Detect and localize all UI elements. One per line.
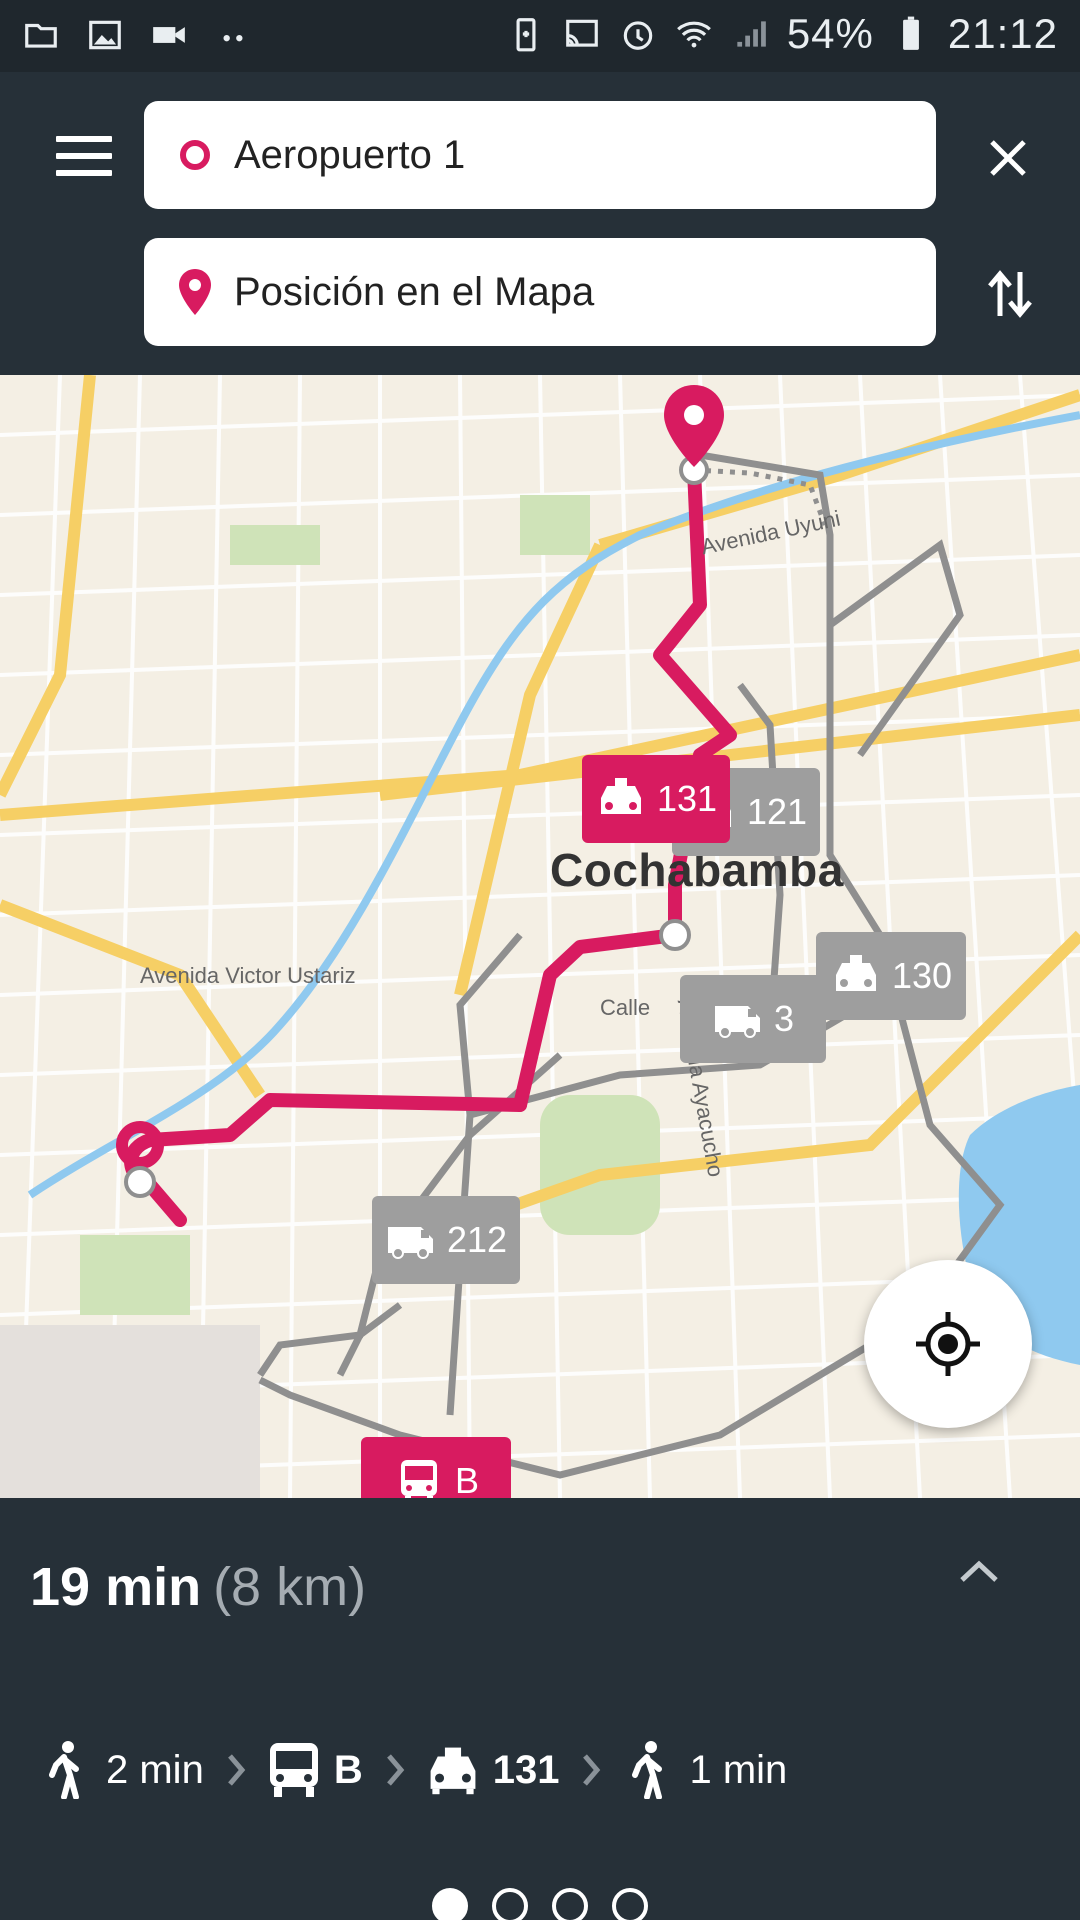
- chevron-up-icon[interactable]: [958, 1556, 1000, 1586]
- page-indicator: [432, 1888, 648, 1920]
- close-icon[interactable]: [984, 134, 1032, 182]
- map-view[interactable]: Avenida Uyuni Avenida Victor Ustariz Ave…: [0, 375, 1080, 1498]
- street-label-calle: Calle: [600, 995, 651, 1020]
- route-badge-label: 131: [656, 778, 718, 819]
- step-label: 131: [492, 1747, 560, 1792]
- route-badge-130[interactable]: 130: [816, 932, 966, 1020]
- crosshair-icon: [916, 1312, 980, 1376]
- page-dot[interactable]: [612, 1888, 648, 1920]
- image-icon: [89, 20, 121, 50]
- my-location-button[interactable]: [864, 1260, 1032, 1428]
- taxi-icon: [600, 778, 641, 814]
- van-icon: [714, 1006, 760, 1038]
- step-walk-end: 1 min: [623, 1741, 787, 1799]
- street-label-victor-ustariz: Avenida Victor Ustariz: [140, 963, 356, 988]
- route-badge-212[interactable]: 212: [372, 1196, 520, 1284]
- battery-icon: [902, 16, 919, 50]
- step-taxi: 131: [427, 1741, 560, 1799]
- route-summary-panel[interactable]: 19 min (8 km) 2 min B 131 1 min: [0, 1498, 1080, 1920]
- location-pin-icon: [179, 269, 211, 315]
- taxi-icon: [430, 1747, 476, 1795]
- walk-icon: [49, 1741, 79, 1799]
- taxi-icon: [835, 955, 876, 991]
- walk-icon: [632, 1741, 663, 1799]
- step-walk-start: 2 min: [40, 1741, 204, 1799]
- route-badge-label: 3: [773, 998, 795, 1039]
- route-badge-label: 130: [891, 955, 953, 996]
- destination-field[interactable]: Posición en el Mapa: [144, 238, 936, 346]
- destination-text: Posición en el Mapa: [234, 269, 595, 314]
- wifi-icon: [676, 21, 711, 48]
- page-dot[interactable]: [432, 1888, 468, 1920]
- route-badge-b[interactable]: B: [361, 1437, 511, 1498]
- origin-field[interactable]: Aeropuerto 1: [144, 101, 936, 209]
- origin-text: Aeropuerto 1: [234, 132, 466, 177]
- swap-icon[interactable]: [986, 268, 1034, 320]
- chevron-right-icon: [583, 1754, 601, 1786]
- origin-circle-icon: [180, 140, 210, 170]
- folder-icon: [25, 23, 57, 48]
- cast-icon: [565, 19, 598, 47]
- step-bus: B: [268, 1741, 363, 1799]
- route-badge-3[interactable]: 3: [680, 975, 826, 1063]
- menu-icon[interactable]: [56, 136, 112, 176]
- page-dot[interactable]: [492, 1888, 528, 1920]
- page-dot[interactable]: [552, 1888, 588, 1920]
- route-summary: 19 min (8 km): [30, 1556, 366, 1618]
- route-steps: 2 min B 131 1 min: [40, 1730, 787, 1810]
- step-label: 1 min: [689, 1747, 788, 1792]
- route-badge-label: 121: [746, 791, 808, 832]
- route-badge-label: B: [454, 1460, 479, 1498]
- step-label: B: [333, 1747, 363, 1792]
- search-panel: Aeropuerto 1 Posición en el Mapa: [0, 72, 1080, 375]
- alarm-icon: [623, 21, 653, 50]
- status-bar: 54% 21:12: [0, 0, 1080, 72]
- chevron-right-icon: [386, 1754, 404, 1786]
- van-icon: [387, 1227, 433, 1259]
- more-dots-icon: [223, 35, 243, 42]
- chevron-right-icon: [227, 1754, 246, 1786]
- route-duration: 19 min: [30, 1557, 202, 1617]
- battery-saver-icon: [516, 18, 536, 52]
- bus-icon: [400, 1460, 437, 1498]
- battery-percent: 54%: [786, 10, 874, 57]
- route-badge-label: 212: [446, 1219, 508, 1260]
- route-distance: (8 km): [213, 1557, 367, 1617]
- clock: 21:12: [947, 10, 1058, 57]
- step-label: 2 min: [106, 1747, 204, 1792]
- signal-icon: [737, 21, 766, 47]
- bus-icon: [269, 1743, 318, 1797]
- route-badge-131[interactable]: 131: [582, 755, 730, 843]
- video-camera-icon: [153, 27, 185, 43]
